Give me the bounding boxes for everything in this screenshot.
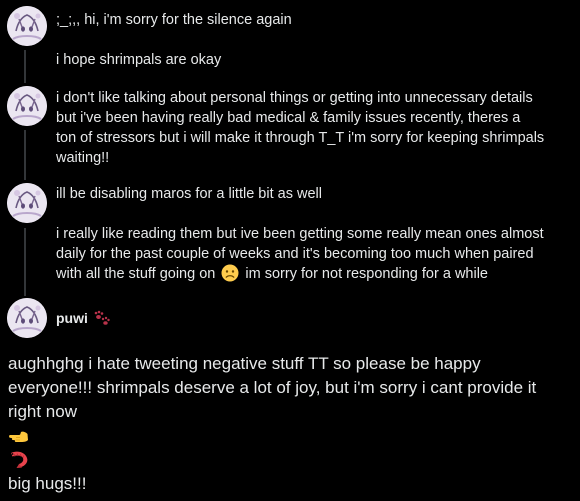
thread-connector-line (24, 130, 26, 180)
text-line: but i've been having really bad medical … (56, 110, 521, 126)
tweet-3-paragraph-1: ill be disabling maros for a little bit … (56, 184, 576, 204)
thread-connector-line (24, 228, 26, 296)
tweet-1-paragraph-1: ;_;,, hi, i'm sorry for the silence agai… (56, 10, 576, 30)
shrimp-icon (11, 451, 28, 468)
tweet-3-paragraph-2: i really like reading them but ive been … (56, 224, 576, 284)
text-line: i don't like talking about personal thin… (56, 90, 533, 106)
thread-connector-line (24, 50, 26, 83)
thread-view: ;_;,, hi, i'm sorry for the silence agai… (0, 0, 580, 501)
text-line: ton of stressors but i will make it thro… (56, 130, 545, 146)
tweet-1-paragraph-2: i hope shrimpals are okay (56, 50, 576, 70)
text-line: ill be disabling maros for a little bit … (56, 186, 322, 202)
paw-prints-icon (94, 310, 110, 325)
slightly-frowning-face-icon (221, 264, 239, 282)
text-fragment: with all the stuff going on (56, 266, 216, 282)
text-line: aughhghg i hate tweeting negative stuff … (8, 354, 481, 373)
backhand-pointing-left-icon (9, 431, 28, 442)
emoji-row (8, 428, 32, 448)
main-post-closing: big hugs!!! (8, 474, 87, 493)
avatar[interactable] (7, 183, 47, 223)
text-line: waiting!! (56, 150, 110, 166)
text-line: i really like reading them but ive been … (56, 226, 544, 242)
main-post-text: aughhghg i hate tweeting negative stuff … (8, 352, 576, 424)
tweet-2-paragraph-1: i don't like talking about personal thin… (56, 88, 576, 168)
text-line: daily for the past couple of weeks and i… (56, 246, 534, 262)
text-line: everyone!!! shrimpals deserve a lot of j… (8, 378, 537, 397)
emoji-row (8, 449, 32, 469)
author-avatar[interactable] (7, 298, 47, 338)
text-line: i hope shrimpals are okay (56, 52, 222, 68)
author-header[interactable]: puwi (56, 310, 112, 326)
author-name[interactable]: puwi (56, 310, 88, 326)
text-line: ;_;,, hi, i'm sorry for the silence agai… (56, 12, 292, 28)
text-line: right now (8, 402, 77, 421)
avatar[interactable] (7, 86, 47, 126)
text-line-with-emoji: with all the stuff going on im sorry for… (56, 264, 576, 284)
text-fragment: im sorry for not responding for a while (245, 266, 488, 282)
avatar[interactable] (7, 6, 47, 46)
